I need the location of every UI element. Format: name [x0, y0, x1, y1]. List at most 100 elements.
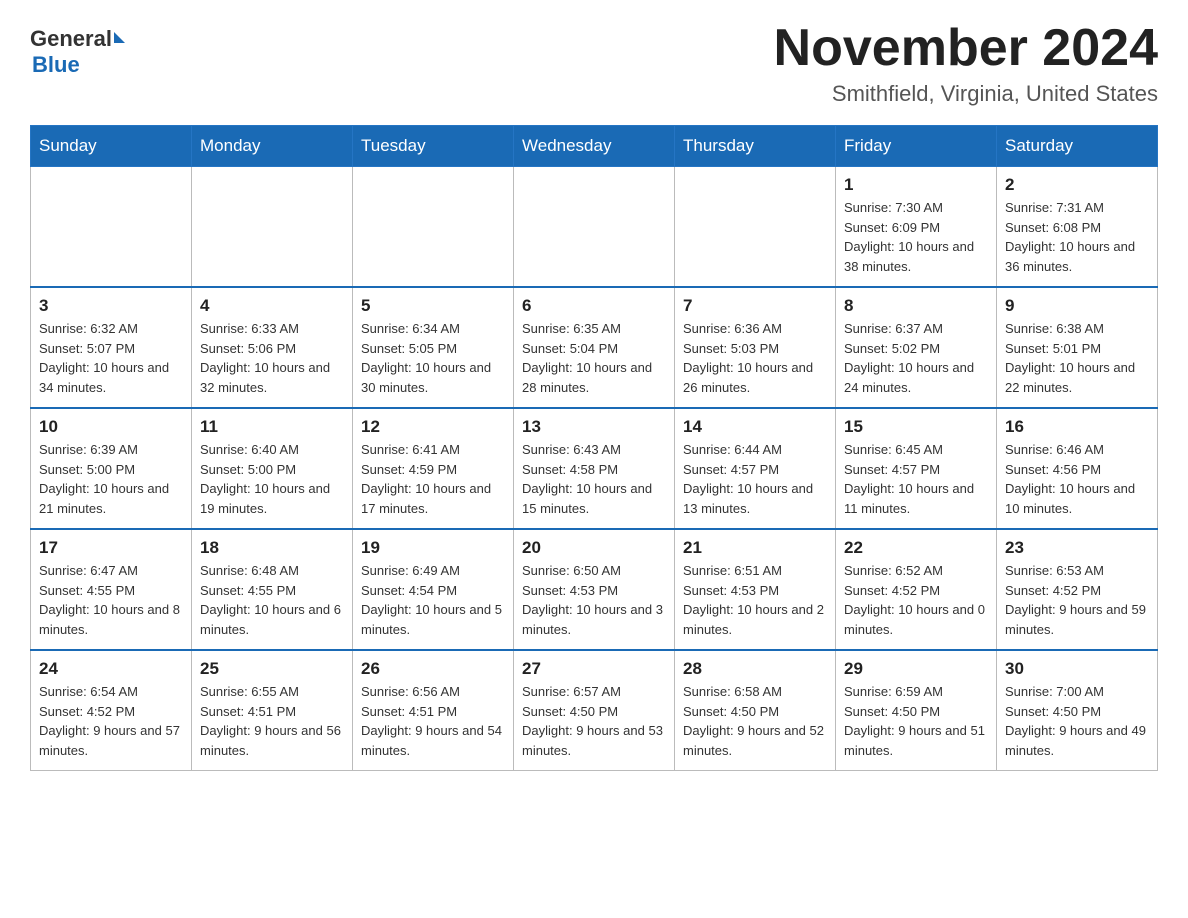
day-number: 12 [361, 417, 505, 437]
calendar-week-row: 3Sunrise: 6:32 AM Sunset: 5:07 PM Daylig… [31, 287, 1158, 408]
day-info: Sunrise: 6:37 AM Sunset: 5:02 PM Dayligh… [844, 319, 988, 397]
day-number: 28 [683, 659, 827, 679]
calendar-week-row: 10Sunrise: 6:39 AM Sunset: 5:00 PM Dayli… [31, 408, 1158, 529]
day-info: Sunrise: 7:31 AM Sunset: 6:08 PM Dayligh… [1005, 198, 1149, 276]
day-info: Sunrise: 6:57 AM Sunset: 4:50 PM Dayligh… [522, 682, 666, 760]
day-number: 3 [39, 296, 183, 316]
day-number: 19 [361, 538, 505, 558]
day-number: 14 [683, 417, 827, 437]
day-info: Sunrise: 6:47 AM Sunset: 4:55 PM Dayligh… [39, 561, 183, 639]
day-number: 9 [1005, 296, 1149, 316]
calendar-cell: 16 Sunrise: 6:46 AM Sunset: 4:56 PM Dayli… [997, 408, 1158, 529]
calendar-cell: 7 Sunrise: 6:36 AM Sunset: 5:03 PM Daylig… [675, 287, 836, 408]
day-info: Sunrise: 6:36 AM Sunset: 5:03 PM Dayligh… [683, 319, 827, 397]
calendar-cell: 5 Sunrise: 6:34 AM Sunset: 5:05 PM Daylig… [353, 287, 514, 408]
logo-general: General [30, 26, 112, 52]
day-info: Sunrise: 6:40 AM Sunset: 5:00 PM Dayligh… [200, 440, 344, 518]
calendar-week-row: 24 Sunrise: 6:54 AM Sunset: 4:52 PM Dayli… [31, 650, 1158, 771]
calendar-cell: 28 Sunrise: 6:58 AM Sunset: 4:50 PM Dayli… [675, 650, 836, 771]
calendar-cell: 6Sunrise: 6:35 AM Sunset: 5:04 PM Daylig… [514, 287, 675, 408]
day-info: Sunrise: 6:34 AM Sunset: 5:05 PM Dayligh… [361, 319, 505, 397]
calendar-cell: 12 Sunrise: 6:41 AM Sunset: 4:59 PM Dayli… [353, 408, 514, 529]
calendar-cell: 23 Sunrise: 6:53 AM Sunset: 4:52 PM Dayli… [997, 529, 1158, 650]
calendar-cell [192, 167, 353, 288]
calendar-cell: 4 Sunrise: 6:33 AM Sunset: 5:06 PM Daylig… [192, 287, 353, 408]
calendar-cell [31, 167, 192, 288]
calendar-cell: 2 Sunrise: 7:31 AM Sunset: 6:08 PM Daylig… [997, 167, 1158, 288]
calendar-cell: 8Sunrise: 6:37 AM Sunset: 5:02 PM Daylig… [836, 287, 997, 408]
weekday-header-monday: Monday [192, 126, 353, 167]
day-number: 27 [522, 659, 666, 679]
day-number: 21 [683, 538, 827, 558]
calendar-week-row: 1 Sunrise: 7:30 AM Sunset: 6:09 PM Daylig… [31, 167, 1158, 288]
calendar-cell: 14 Sunrise: 6:44 AM Sunset: 4:57 PM Dayli… [675, 408, 836, 529]
calendar-cell: 3Sunrise: 6:32 AM Sunset: 5:07 PM Daylig… [31, 287, 192, 408]
day-info: Sunrise: 6:50 AM Sunset: 4:53 PM Dayligh… [522, 561, 666, 639]
day-number: 15 [844, 417, 988, 437]
calendar-cell: 1 Sunrise: 7:30 AM Sunset: 6:09 PM Daylig… [836, 167, 997, 288]
calendar-cell: 25 Sunrise: 6:55 AM Sunset: 4:51 PM Dayli… [192, 650, 353, 771]
day-info: Sunrise: 6:55 AM Sunset: 4:51 PM Dayligh… [200, 682, 344, 760]
day-info: Sunrise: 6:33 AM Sunset: 5:06 PM Dayligh… [200, 319, 344, 397]
day-number: 6 [522, 296, 666, 316]
day-number: 11 [200, 417, 344, 437]
day-number: 26 [361, 659, 505, 679]
calendar-cell: 11 Sunrise: 6:40 AM Sunset: 5:00 PM Dayli… [192, 408, 353, 529]
calendar-table: SundayMondayTuesdayWednesdayThursdayFrid… [30, 125, 1158, 771]
day-number: 7 [683, 296, 827, 316]
day-info: Sunrise: 6:52 AM Sunset: 4:52 PM Dayligh… [844, 561, 988, 639]
weekday-header-friday: Friday [836, 126, 997, 167]
day-number: 20 [522, 538, 666, 558]
day-info: Sunrise: 6:49 AM Sunset: 4:54 PM Dayligh… [361, 561, 505, 639]
calendar-cell: 15 Sunrise: 6:45 AM Sunset: 4:57 PM Dayli… [836, 408, 997, 529]
calendar-cell: 22 Sunrise: 6:52 AM Sunset: 4:52 PM Dayli… [836, 529, 997, 650]
calendar-cell: 27 Sunrise: 6:57 AM Sunset: 4:50 PM Dayli… [514, 650, 675, 771]
calendar-cell [514, 167, 675, 288]
calendar-cell: 9 Sunrise: 6:38 AM Sunset: 5:01 PM Daylig… [997, 287, 1158, 408]
day-info: Sunrise: 6:39 AM Sunset: 5:00 PM Dayligh… [39, 440, 183, 518]
day-number: 2 [1005, 175, 1149, 195]
day-number: 1 [844, 175, 988, 195]
day-info: Sunrise: 6:56 AM Sunset: 4:51 PM Dayligh… [361, 682, 505, 760]
day-info: Sunrise: 6:41 AM Sunset: 4:59 PM Dayligh… [361, 440, 505, 518]
location-title: Smithfield, Virginia, United States [774, 81, 1158, 107]
calendar-cell: 24 Sunrise: 6:54 AM Sunset: 4:52 PM Dayli… [31, 650, 192, 771]
day-number: 23 [1005, 538, 1149, 558]
calendar-cell [353, 167, 514, 288]
calendar-cell: 30Sunrise: 7:00 AM Sunset: 4:50 PM Dayli… [997, 650, 1158, 771]
day-number: 22 [844, 538, 988, 558]
day-info: Sunrise: 6:43 AM Sunset: 4:58 PM Dayligh… [522, 440, 666, 518]
day-number: 13 [522, 417, 666, 437]
day-number: 30 [1005, 659, 1149, 679]
logo-blue: Blue [32, 52, 80, 77]
day-info: Sunrise: 6:53 AM Sunset: 4:52 PM Dayligh… [1005, 561, 1149, 639]
day-number: 4 [200, 296, 344, 316]
weekday-header-wednesday: Wednesday [514, 126, 675, 167]
day-number: 25 [200, 659, 344, 679]
weekday-header-saturday: Saturday [997, 126, 1158, 167]
day-number: 24 [39, 659, 183, 679]
day-number: 16 [1005, 417, 1149, 437]
weekday-header-sunday: Sunday [31, 126, 192, 167]
day-info: Sunrise: 6:59 AM Sunset: 4:50 PM Dayligh… [844, 682, 988, 760]
day-number: 17 [39, 538, 183, 558]
logo-arrow-icon [114, 32, 125, 43]
calendar-cell: 17 Sunrise: 6:47 AM Sunset: 4:55 PM Dayli… [31, 529, 192, 650]
calendar-cell: 13 Sunrise: 6:43 AM Sunset: 4:58 PM Dayli… [514, 408, 675, 529]
calendar-cell: 18Sunrise: 6:48 AM Sunset: 4:55 PM Dayli… [192, 529, 353, 650]
calendar-cell: 20 Sunrise: 6:50 AM Sunset: 4:53 PM Dayli… [514, 529, 675, 650]
page-header: General Blue November 2024 Smithfield, V… [30, 20, 1158, 107]
day-number: 18 [200, 538, 344, 558]
day-number: 5 [361, 296, 505, 316]
day-info: Sunrise: 6:44 AM Sunset: 4:57 PM Dayligh… [683, 440, 827, 518]
day-info: Sunrise: 7:30 AM Sunset: 6:09 PM Dayligh… [844, 198, 988, 276]
day-info: Sunrise: 6:51 AM Sunset: 4:53 PM Dayligh… [683, 561, 827, 639]
day-info: Sunrise: 6:45 AM Sunset: 4:57 PM Dayligh… [844, 440, 988, 518]
weekday-header-thursday: Thursday [675, 126, 836, 167]
day-info: Sunrise: 6:46 AM Sunset: 4:56 PM Dayligh… [1005, 440, 1149, 518]
day-info: Sunrise: 6:54 AM Sunset: 4:52 PM Dayligh… [39, 682, 183, 760]
day-number: 29 [844, 659, 988, 679]
day-info: Sunrise: 6:38 AM Sunset: 5:01 PM Dayligh… [1005, 319, 1149, 397]
day-info: Sunrise: 6:58 AM Sunset: 4:50 PM Dayligh… [683, 682, 827, 760]
calendar-week-row: 17 Sunrise: 6:47 AM Sunset: 4:55 PM Dayli… [31, 529, 1158, 650]
